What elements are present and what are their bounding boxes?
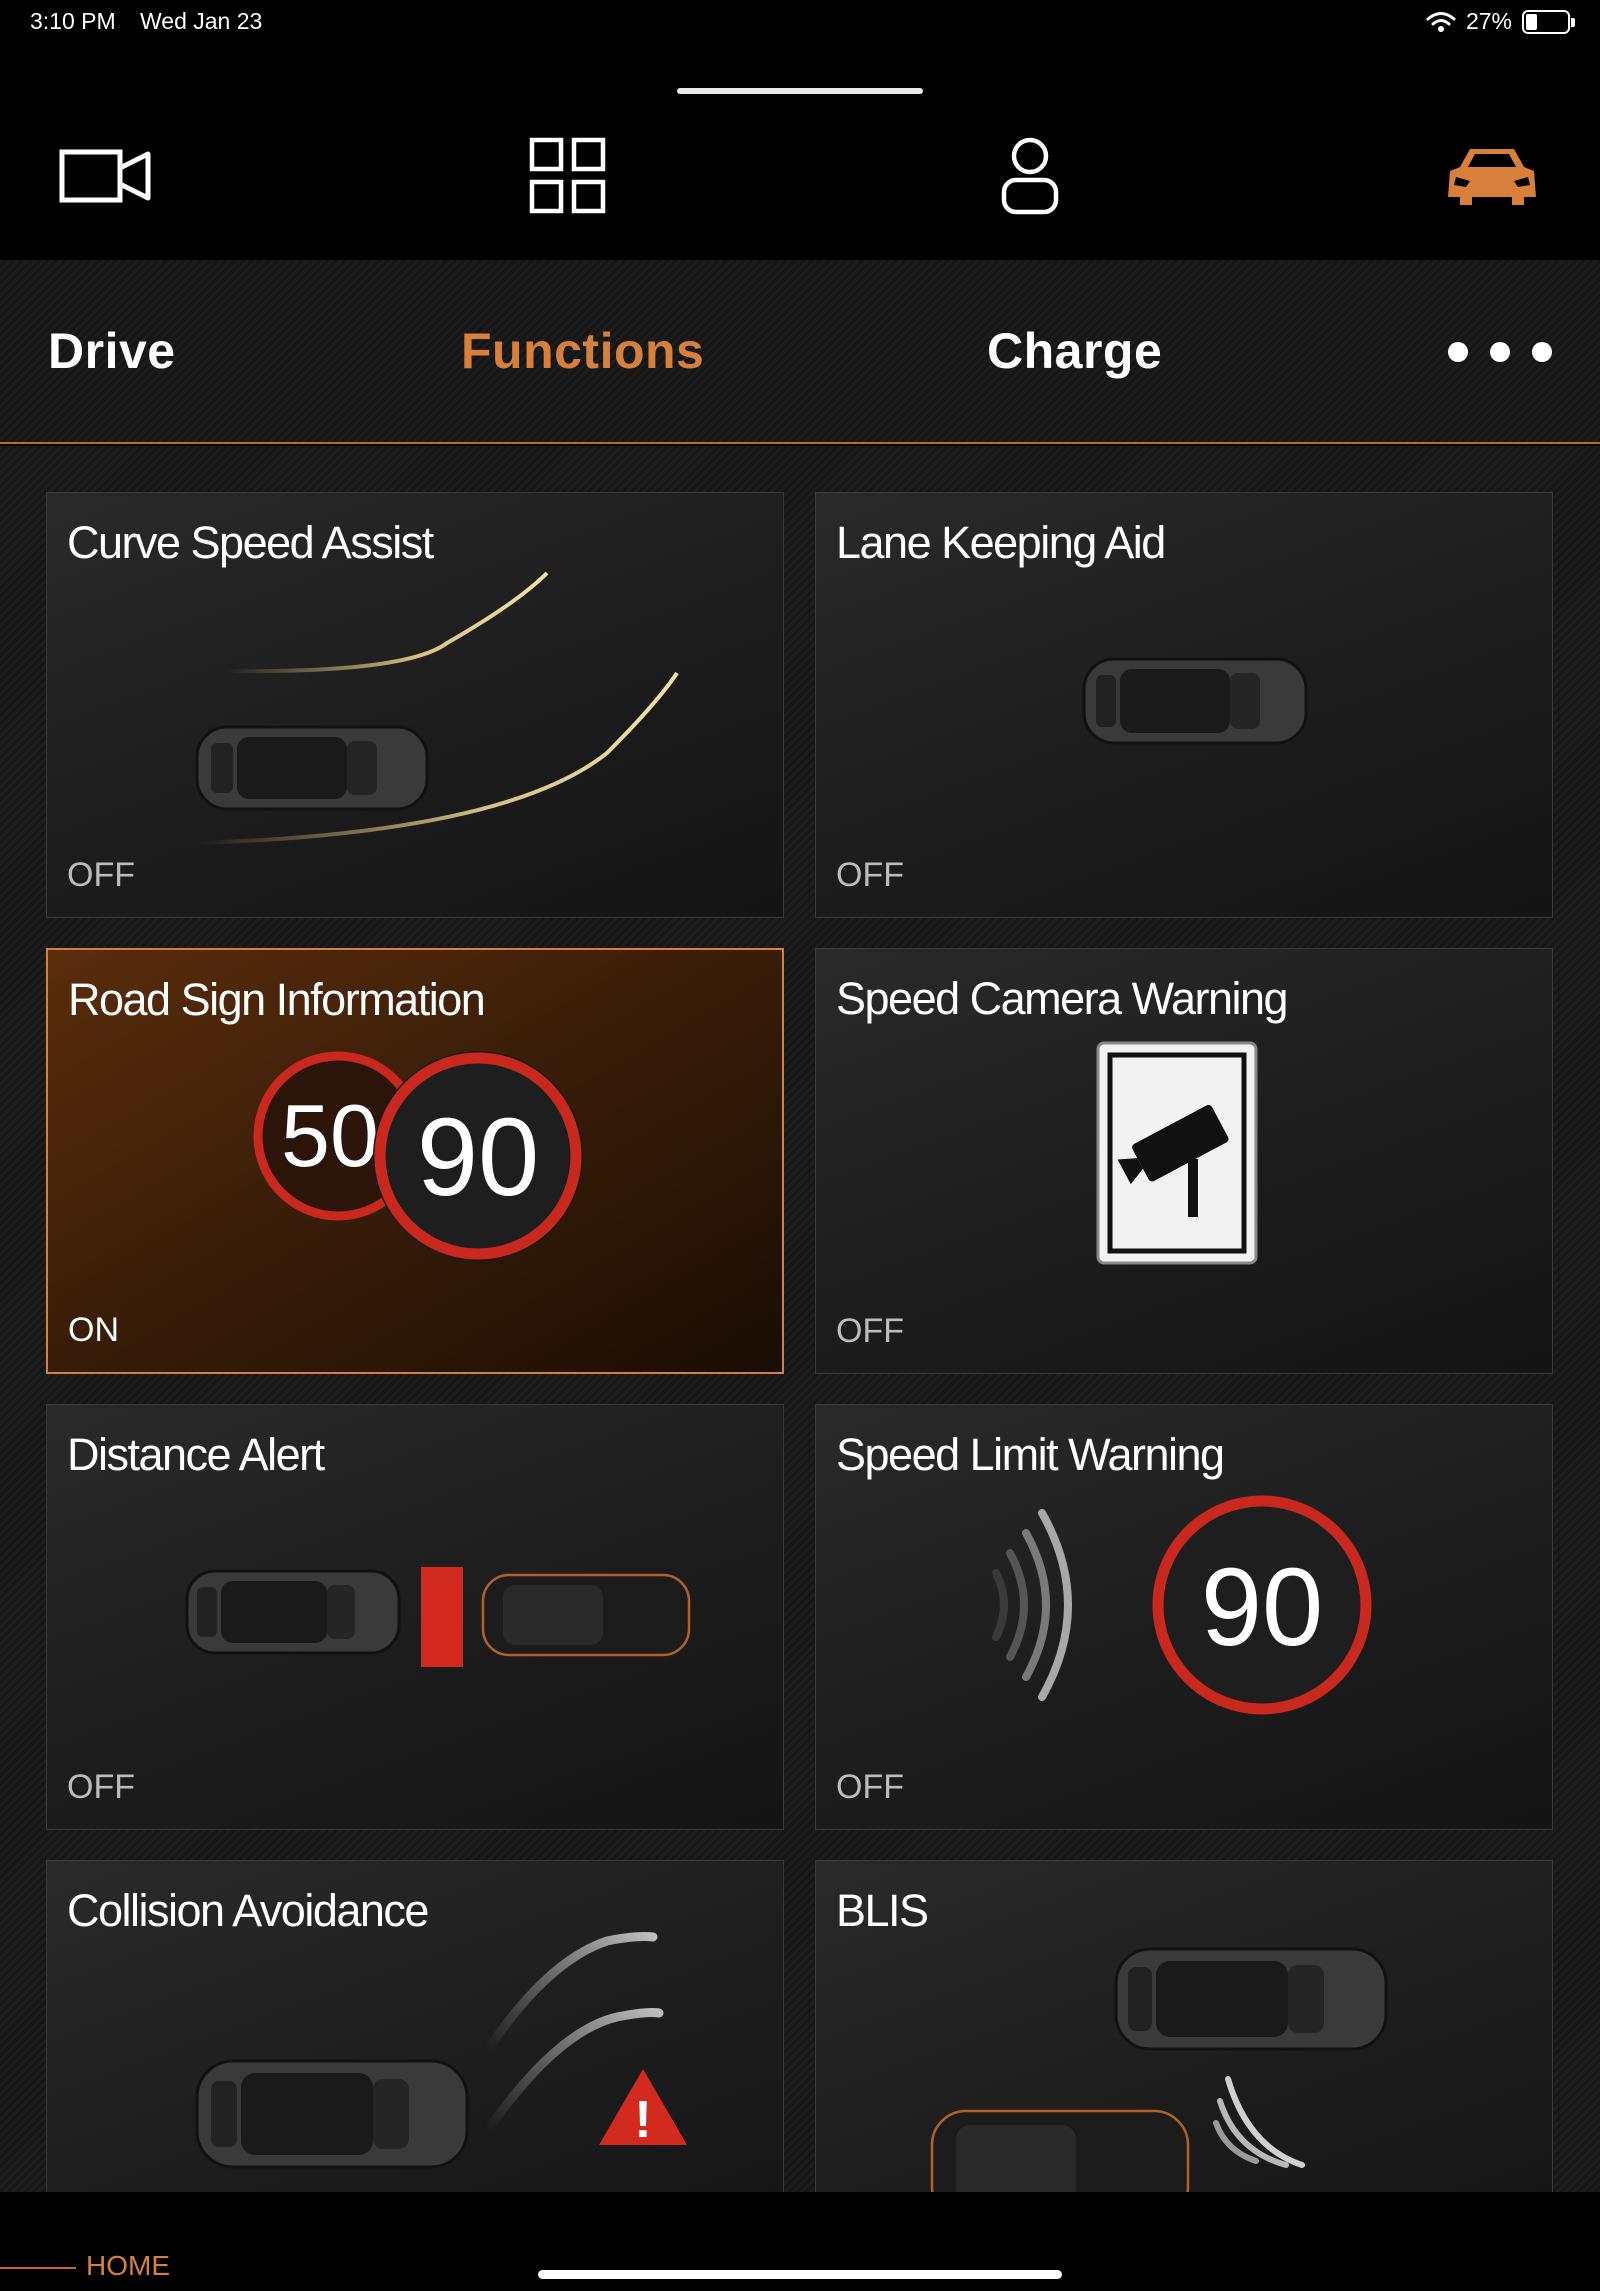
top-icon-bar [0, 46, 1600, 260]
status-date: Wed Jan 23 [140, 8, 263, 34]
wifi-icon [1426, 11, 1456, 32]
card-title: Road Sign Information [68, 974, 486, 1025]
home-link[interactable]: HOME [86, 2250, 170, 2282]
card-title: Speed Limit Warning [836, 1429, 1225, 1480]
tab-bar: Drive Functions Charge [0, 260, 1600, 444]
home-indicator[interactable] [538, 2270, 1062, 2279]
card-speed-camera-warning[interactable]: Speed Camera Warning OFF [815, 948, 1553, 1374]
card-distance-alert[interactable]: Distance Alert OFF [46, 1404, 784, 1830]
status-bar: 3:10 PM Wed Jan 23 27% [0, 0, 1600, 46]
card-title: Curve Speed Assist [67, 517, 434, 568]
profile-icon[interactable] [980, 126, 1080, 226]
card-state: OFF [67, 1768, 135, 1806]
home-divider [0, 2267, 76, 2269]
card-title: Collision Avoidance [67, 1885, 429, 1936]
status-time: 3:10 PM [30, 8, 116, 34]
battery-fill [1526, 13, 1537, 30]
sign-90-text: 90 [1201, 1546, 1323, 1669]
sign-50-text: 50 [281, 1086, 379, 1185]
battery-percent: 27% [1465, 8, 1512, 34]
tab-charge[interactable]: Charge [987, 322, 1162, 380]
car-icon[interactable] [1442, 126, 1542, 226]
card-blis[interactable]: BLIS [815, 1860, 1553, 2192]
more-dots-icon[interactable] [1448, 342, 1552, 362]
card-title: Speed Camera Warning [836, 973, 1289, 1024]
tab-drive[interactable]: Drive [48, 322, 176, 380]
card-state: OFF [836, 1312, 904, 1350]
card-lane-keeping-aid[interactable]: Lane Keeping Aid OFF [815, 492, 1553, 918]
sign-90-text: 90 [417, 1096, 539, 1219]
card-state: OFF [67, 856, 135, 894]
card-title: BLIS [836, 1885, 929, 1936]
battery-icon [1522, 9, 1575, 34]
status-right: 27% [1426, 8, 1575, 35]
grid-icon[interactable] [518, 126, 618, 226]
card-speed-limit-warning[interactable]: 90 Speed Limit Warning OFF [815, 1404, 1553, 1830]
functions-grid: Curve Speed Assist OFF Lane Keeping Aid [0, 446, 1600, 2192]
card-state: ON [68, 1311, 119, 1349]
card-collision-avoidance[interactable]: ! Collision Avoidance [46, 1860, 784, 2192]
tab-functions[interactable]: Functions [461, 322, 704, 380]
camera-icon[interactable] [56, 126, 156, 226]
bottom-bar: HOME [0, 2192, 1600, 2291]
card-road-sign-information[interactable]: 50 90 Road Sign Information ON [46, 948, 784, 1374]
card-state: OFF [836, 856, 904, 894]
card-state: OFF [836, 1768, 904, 1806]
warning-glyph: ! [634, 2091, 651, 2149]
card-curve-speed-assist[interactable]: Curve Speed Assist OFF [46, 492, 784, 918]
drag-handle[interactable] [677, 88, 923, 94]
card-title: Distance Alert [67, 1429, 325, 1480]
card-title: Lane Keeping Aid [836, 517, 1166, 568]
